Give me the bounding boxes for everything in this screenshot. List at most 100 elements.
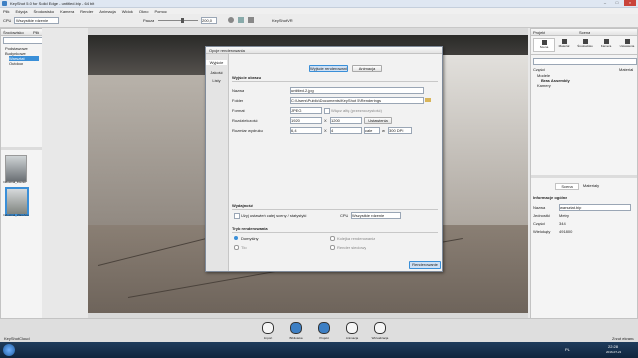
- bottom-button-4[interactable]: Wizualizacja: [367, 321, 393, 343]
- clock-date[interactable]: 2016-07-21: [606, 350, 621, 354]
- tab-label: Ustawienia: [619, 44, 635, 48]
- cpu-label: CPU: [3, 18, 12, 23]
- divider: [232, 81, 438, 82]
- animation-tab-button[interactable]: Animacja: [352, 65, 382, 72]
- env-thumbnail-selected[interactable]: [5, 187, 29, 216]
- resolution-preset-select[interactable]: Ustawienia: [364, 117, 392, 124]
- keyshot-vr-button[interactable]: KeyShotVR: [272, 18, 293, 23]
- bottom-button-label: Wizualizacja: [371, 336, 389, 340]
- alpha-label: Włącz alfę (przezroczystość): [331, 108, 382, 113]
- close-icon[interactable]: ×: [624, 0, 636, 6]
- print-unit-select[interactable]: cale: [364, 127, 380, 134]
- tab-label: Kamera: [600, 44, 612, 48]
- screenshot-button[interactable]: Zrzut ekranu: [612, 336, 634, 341]
- toolbar: CPU Wszystkie rdzenie Pauza 200,0 KeySho…: [0, 14, 638, 28]
- tab-0[interactable]: Scena: [533, 38, 555, 52]
- print-dpi-input[interactable]: 300 DPI: [388, 127, 412, 134]
- keyshot-cloud-link[interactable]: KeyShotCloud: [4, 336, 30, 341]
- prop-label: Jednostki: [533, 213, 550, 218]
- file-tab[interactable]: Plik: [33, 30, 39, 35]
- screenshot-icon[interactable]: [248, 17, 254, 23]
- cpu-select[interactable]: Wszystkie rdzenie: [14, 17, 59, 24]
- bottom-button-2[interactable]: Projekt: [311, 321, 337, 343]
- left-gutter: [42, 28, 88, 328]
- sidebar-tab-quality[interactable]: Jakość: [206, 70, 227, 75]
- splitter[interactable]: [1, 147, 43, 150]
- mode-background-radio[interactable]: [234, 245, 239, 250]
- divider: [232, 209, 438, 210]
- mode-default-radio[interactable]: [234, 236, 238, 240]
- print-x-label: X: [324, 128, 327, 133]
- prop-label: Nazwa: [533, 205, 546, 210]
- mode-section-title: Tryb renderowania: [232, 226, 268, 231]
- bottom-button-1[interactable]: Biblioteka: [283, 321, 309, 343]
- subtab-scene[interactable]: Scena: [555, 183, 579, 190]
- tab-label: Środowisko: [577, 44, 593, 48]
- maximize-icon[interactable]: □: [612, 0, 622, 6]
- bottom-button-icon: [346, 322, 358, 334]
- dialog-cpu-select[interactable]: Wszystkie rdzenie: [351, 212, 401, 219]
- sidebar-tab-queue[interactable]: Listy: [206, 78, 227, 83]
- output-tab-button[interactable]: Wyjście renderowania: [309, 65, 348, 72]
- tab-2[interactable]: Środowisko: [575, 38, 595, 50]
- print-height-input[interactable]: 4: [330, 127, 362, 134]
- mode-background-label: Tło: [241, 245, 247, 250]
- prop-value: 344: [559, 221, 566, 226]
- language-indicator[interactable]: PL: [565, 347, 570, 352]
- divider: [232, 232, 438, 233]
- bottom-button-3[interactable]: Animacja: [339, 321, 365, 343]
- tab-label: Scena: [539, 45, 549, 49]
- tree-item[interactable]: Outdoor: [9, 61, 23, 66]
- render-options-dialog: Opcje renderowania Wyjście Jakość Listy …: [205, 46, 443, 272]
- resolution-height-input[interactable]: 1200: [330, 117, 362, 124]
- prop-value: 491800: [559, 229, 573, 234]
- bottom-button-0[interactable]: Import: [255, 321, 281, 343]
- title-bar: KeyShot 5.0 for Solid Edge - untitled.bi…: [0, 0, 638, 8]
- bottom-button-icon: [262, 322, 274, 334]
- folder-input[interactable]: C:\Users\Public\Documents\KeyShot 5\Rend…: [290, 97, 424, 104]
- res-x-label: X: [324, 118, 327, 123]
- splitter[interactable]: [531, 175, 637, 178]
- library-search-input[interactable]: [3, 37, 43, 44]
- tab-4[interactable]: Ustawienia: [617, 38, 637, 50]
- tree-cameras[interactable]: Kamery: [537, 83, 551, 88]
- print-size-label: Rozmiar wydruku: [232, 128, 263, 133]
- tab-3[interactable]: Kamera: [596, 38, 616, 50]
- sidebar-tab-output[interactable]: Wyjście: [206, 60, 227, 65]
- name-input[interactable]: untitled.2.jpg: [290, 87, 424, 94]
- pause-slider[interactable]: [158, 20, 198, 21]
- col-parts: Części: [533, 67, 546, 72]
- env-thumbnail-label: Industrial_Interior: [3, 180, 27, 184]
- pause-value[interactable]: 200,0: [201, 17, 217, 24]
- mode-network-radio[interactable]: [330, 245, 335, 250]
- render-button[interactable]: Renderowanie: [409, 261, 441, 269]
- clock-time[interactable]: 22:28: [608, 344, 618, 349]
- render-icon[interactable]: [238, 17, 244, 23]
- library-title: Środowisko: [3, 30, 24, 35]
- scene-search-input[interactable]: [533, 58, 637, 65]
- alpha-checkbox[interactable]: [324, 108, 330, 114]
- format-select[interactable]: JPEG: [290, 107, 322, 114]
- tab-1[interactable]: Materiał: [554, 38, 574, 50]
- scene-settings-checkbox[interactable]: [234, 213, 240, 219]
- project-title: Projekt: [533, 30, 546, 35]
- resolution-width-input[interactable]: 1920: [290, 117, 322, 124]
- output-section-title: Wyjście obrazu: [232, 75, 262, 80]
- env-thumbnail[interactable]: [5, 155, 27, 182]
- mode-queue-radio[interactable]: [330, 236, 335, 241]
- record-icon[interactable]: [228, 17, 234, 23]
- pause-label: Pauza: [143, 18, 155, 23]
- minimize-icon[interactable]: –: [600, 0, 610, 6]
- print-width-input[interactable]: 6,4: [290, 127, 322, 134]
- prop-label: Wielokąty: [533, 229, 551, 234]
- bottom-button-label: Biblioteka: [289, 336, 303, 340]
- slider-handle[interactable]: [181, 18, 184, 23]
- start-button[interactable]: [3, 344, 15, 356]
- mode-queue-label: Kolejka renderowania: [337, 236, 376, 241]
- windows-taskbar: PL 22:28 2016-07-21: [0, 342, 638, 358]
- dialog-title: Opcje renderowania: [209, 48, 245, 53]
- tab-label: Materiał: [558, 44, 570, 48]
- folder-icon[interactable]: [425, 98, 431, 102]
- subtab-materials[interactable]: Materiały: [579, 183, 603, 188]
- prop-value[interactable]: warsztat.bip: [559, 204, 631, 211]
